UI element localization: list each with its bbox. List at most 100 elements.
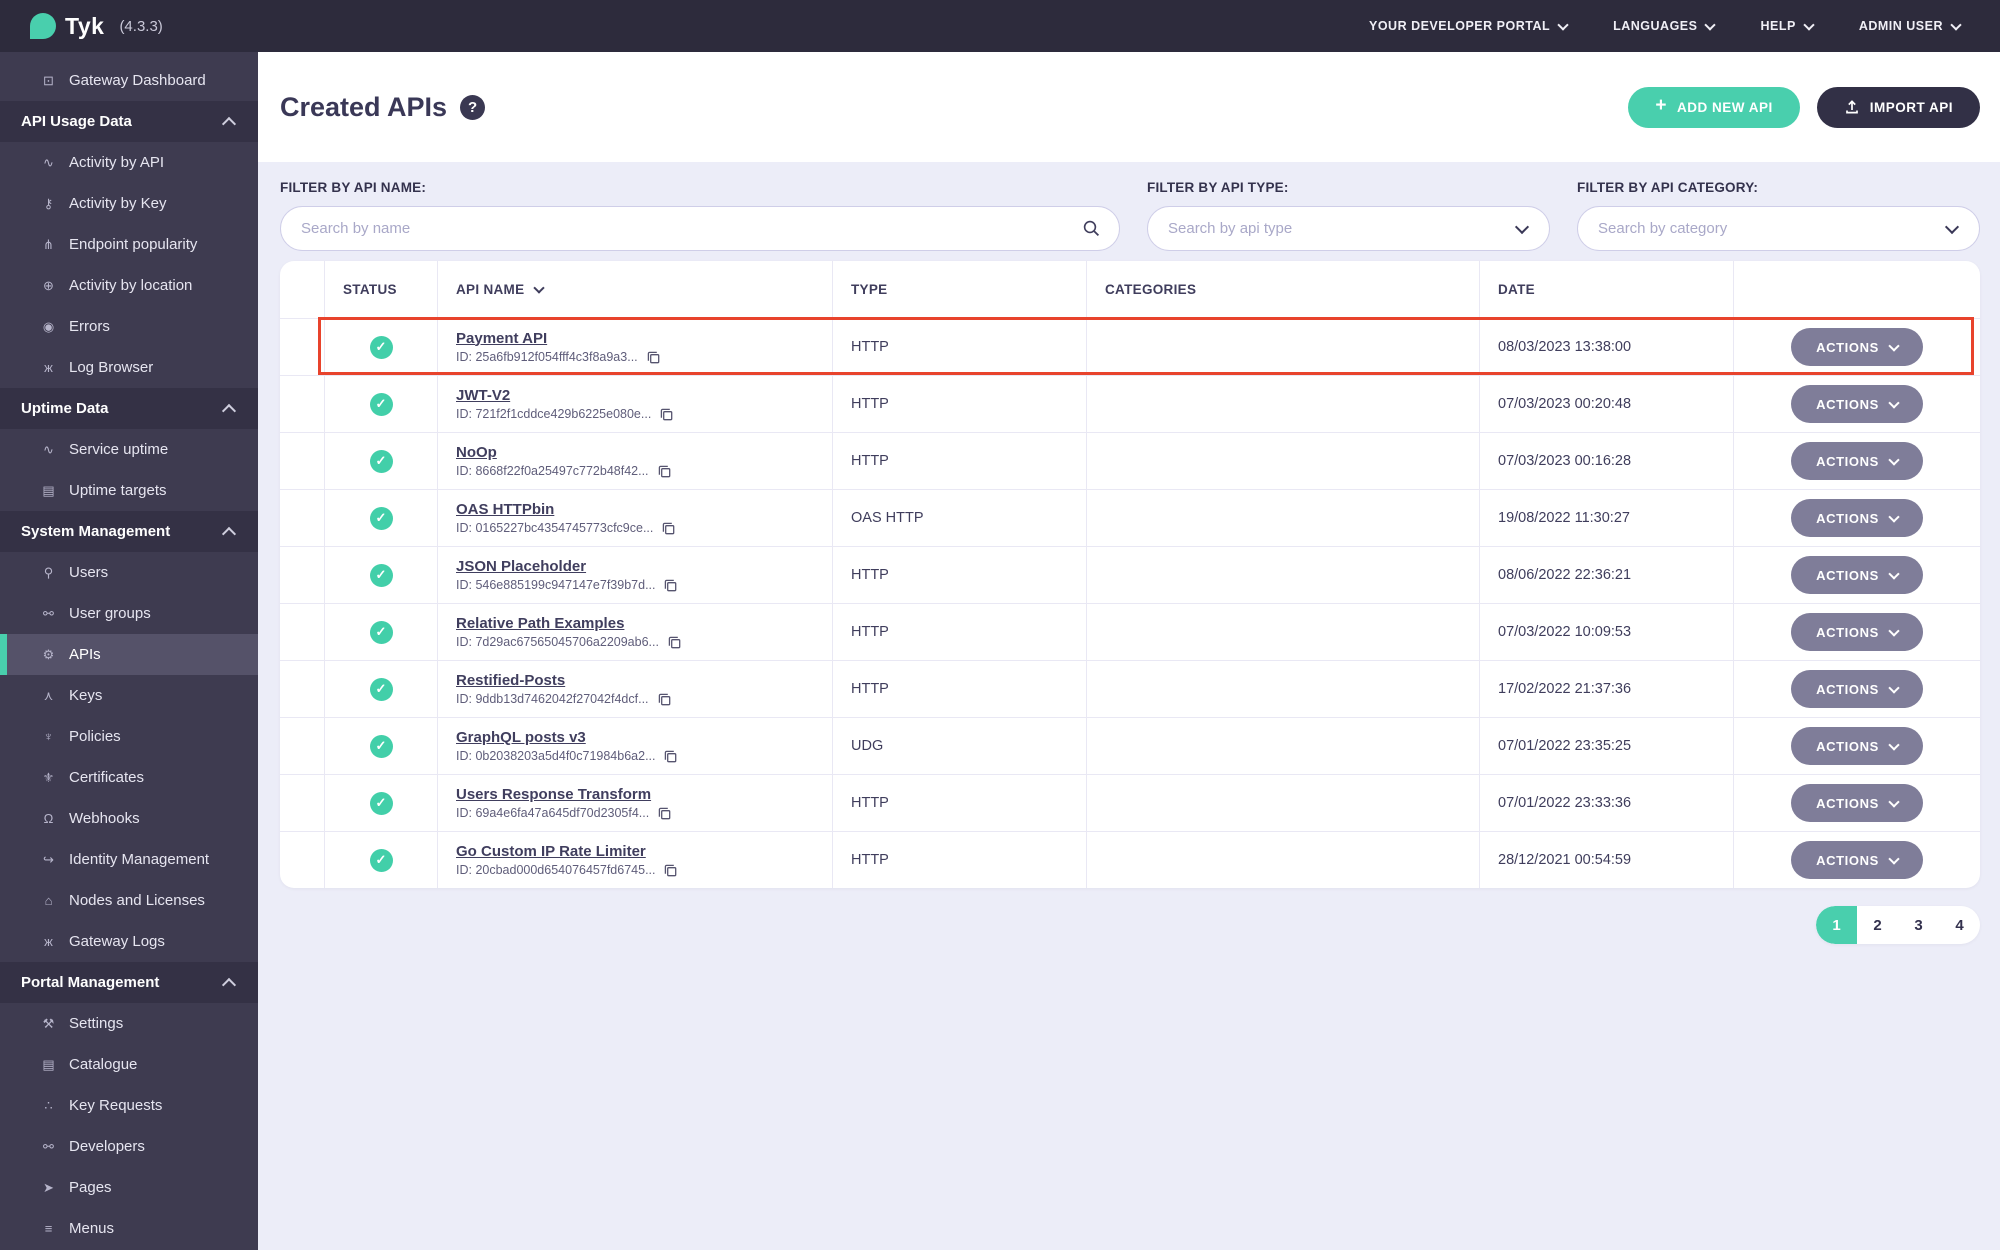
sidebar-item-apis[interactable]: ⚙ APIs bbox=[0, 634, 258, 675]
api-name-link[interactable]: Users Response Transform bbox=[456, 786, 651, 803]
api-name-link[interactable]: OAS HTTPbin bbox=[456, 501, 554, 518]
sidebar-item-users[interactable]: ⚲ Users bbox=[0, 552, 258, 593]
type-filter-select[interactable]: Search by api type bbox=[1147, 206, 1550, 251]
menu-help[interactable]: HELP bbox=[1760, 18, 1815, 33]
sidebar-item-label: Errors bbox=[69, 318, 110, 335]
sidebar-item-label: Gateway Dashboard bbox=[69, 72, 206, 89]
sidebar-item-settings[interactable]: ⚒ Settings bbox=[0, 1003, 258, 1044]
sidebar-item-endpoint-popularity[interactable]: ⋔ Endpoint popularity bbox=[0, 224, 258, 265]
actions-button[interactable]: ACTIONS bbox=[1791, 784, 1923, 822]
page-3[interactable]: 3 bbox=[1898, 906, 1939, 944]
sidebar-item-pages[interactable]: ➤ Pages bbox=[0, 1167, 258, 1208]
menu-your-developer-portal[interactable]: YOUR DEVELOPER PORTAL bbox=[1368, 18, 1569, 33]
sidebar-item-developers[interactable]: ⚯ Developers bbox=[0, 1126, 258, 1167]
sidebar-item-key-requests[interactable]: ∴ Key Requests bbox=[0, 1085, 258, 1126]
api-id: ID: 721f2f1cddce429b6225e080e... bbox=[456, 407, 674, 422]
actions-button[interactable]: ACTIONS bbox=[1791, 670, 1923, 708]
user-icon: ⚲ bbox=[43, 564, 54, 580]
import-api-button[interactable]: IMPORT API bbox=[1816, 86, 1980, 128]
error-icon: ◉ bbox=[42, 318, 55, 334]
page-1[interactable]: 1 bbox=[1816, 906, 1857, 944]
sidebar-item-gateway-logs[interactable]: ж Gateway Logs bbox=[0, 921, 258, 962]
sidebar-item-log-browser[interactable]: ж Log Browser bbox=[0, 347, 258, 388]
actions-button[interactable]: ACTIONS bbox=[1791, 727, 1923, 765]
sidebar-item-activity-by-api[interactable]: ∿ Activity by API bbox=[0, 142, 258, 183]
sidebar-section-portal-management[interactable]: Portal Management bbox=[0, 962, 258, 1003]
chevron-down-icon bbox=[1888, 396, 1900, 409]
sidebar-item-service-uptime[interactable]: ∿ Service uptime bbox=[0, 429, 258, 470]
api-name-link[interactable]: Relative Path Examples bbox=[456, 615, 624, 632]
api-id-text: ID: 7d29ac67565045706a2209ab6... bbox=[456, 635, 659, 649]
actions-button[interactable]: ACTIONS bbox=[1791, 442, 1923, 480]
copy-icon[interactable] bbox=[667, 635, 682, 650]
row-actions-cell: ACTIONS bbox=[1734, 661, 1980, 717]
main-content: Created APIs ? + ADD NEW API IMPORT API bbox=[258, 52, 2000, 1250]
add-new-api-button[interactable]: + ADD NEW API bbox=[1628, 86, 1800, 128]
copy-icon[interactable] bbox=[661, 521, 676, 536]
copy-icon[interactable] bbox=[646, 350, 661, 365]
row-type-cell: HTTP bbox=[833, 376, 1087, 432]
sidebar-item-catalogue[interactable]: ▤ Catalogue bbox=[0, 1044, 258, 1085]
api-name-link[interactable]: GraphQL posts v3 bbox=[456, 729, 586, 746]
sidebar-item-policies[interactable]: ♆ Policies bbox=[0, 716, 258, 757]
sidebar-item-errors[interactable]: ◉ Errors bbox=[0, 306, 258, 347]
sidebar-item-user-groups[interactable]: ⚯ User groups bbox=[0, 593, 258, 634]
sidebar-item-keys[interactable]: ⋏ Keys bbox=[0, 675, 258, 716]
copy-icon[interactable] bbox=[657, 692, 672, 707]
api-name-link[interactable]: NoOp bbox=[456, 444, 497, 461]
row-date-cell: 08/06/2022 22:36:21 bbox=[1480, 547, 1734, 603]
api-name-link[interactable]: JSON Placeholder bbox=[456, 558, 586, 575]
header-categories: CATEGORIES bbox=[1087, 261, 1480, 318]
chevron-down-icon bbox=[1888, 339, 1900, 352]
sidebar-item-menus[interactable]: ≡ Menus bbox=[0, 1208, 258, 1249]
sidebar-item-label: APIs bbox=[69, 646, 101, 663]
sidebar-item-label: Activity by API bbox=[69, 154, 165, 171]
api-name-link[interactable]: JWT-V2 bbox=[456, 387, 510, 404]
copy-icon[interactable] bbox=[657, 464, 672, 479]
sidebar-section-uptime-data[interactable]: Uptime Data bbox=[0, 388, 258, 429]
page-4[interactable]: 4 bbox=[1939, 906, 1980, 944]
actions-button[interactable]: ACTIONS bbox=[1791, 556, 1923, 594]
chevron-down-icon bbox=[1888, 681, 1900, 694]
sidebar-item-identity-management[interactable]: ↪ Identity Management bbox=[0, 839, 258, 880]
copy-icon[interactable] bbox=[663, 749, 678, 764]
actions-button[interactable]: ACTIONS bbox=[1791, 385, 1923, 423]
sidebar-item-webhooks[interactable]: Ω Webhooks bbox=[0, 798, 258, 839]
help-icon[interactable]: ? bbox=[460, 94, 486, 120]
copy-icon[interactable] bbox=[657, 806, 672, 821]
sidebar-item-activity-by-location[interactable]: ⊕ Activity by location bbox=[0, 265, 258, 306]
actions-button[interactable]: ACTIONS bbox=[1791, 841, 1923, 879]
header-api-name[interactable]: API NAME bbox=[438, 261, 833, 318]
sidebar-section-system-management[interactable]: System Management bbox=[0, 511, 258, 552]
sidebar-section-api-usage-data[interactable]: API Usage Data bbox=[0, 101, 258, 142]
sidebar-item-activity-by-key[interactable]: ⚷ Activity by Key bbox=[0, 183, 258, 224]
copy-icon[interactable] bbox=[663, 578, 678, 593]
sidebar-item-certificates[interactable]: ⚜ Certificates bbox=[0, 757, 258, 798]
sidebar-item-label: Gateway Logs bbox=[69, 933, 165, 950]
actions-button[interactable]: ACTIONS bbox=[1791, 328, 1923, 366]
page-2[interactable]: 2 bbox=[1857, 906, 1898, 944]
search-icon[interactable] bbox=[1082, 219, 1101, 238]
menu-admin-user[interactable]: ADMIN USER bbox=[1859, 18, 1962, 33]
api-name-link[interactable]: Restified-Posts bbox=[456, 672, 565, 689]
sidebar-item-gateway-dashboard[interactable]: ⊡ Gateway Dashboard bbox=[0, 60, 258, 101]
actions-label: ACTIONS bbox=[1816, 339, 1879, 355]
row-categories-cell bbox=[1087, 376, 1480, 432]
copy-icon[interactable] bbox=[663, 863, 678, 878]
actions-button[interactable]: ACTIONS bbox=[1791, 499, 1923, 537]
category-filter-select[interactable]: Search by category bbox=[1577, 206, 1980, 251]
chevron-down-icon bbox=[1888, 738, 1900, 751]
menu-icon: ≡ bbox=[44, 1221, 53, 1236]
menu-label: YOUR DEVELOPER PORTAL bbox=[1368, 19, 1551, 33]
row-status-cell: ✓ bbox=[325, 547, 438, 603]
copy-icon[interactable] bbox=[659, 407, 674, 422]
menu-languages[interactable]: LANGUAGES bbox=[1613, 18, 1717, 33]
api-name-link[interactable]: Payment API bbox=[456, 330, 547, 347]
actions-button[interactable]: ACTIONS bbox=[1791, 613, 1923, 651]
sidebar-item-uptime-targets[interactable]: ▤ Uptime targets bbox=[0, 470, 258, 511]
chevron-down-icon bbox=[1950, 18, 1962, 31]
search-by-name-input[interactable] bbox=[281, 220, 1082, 237]
actions-label: ACTIONS bbox=[1816, 681, 1879, 697]
sidebar-item-nodes-and-licenses[interactable]: ⌂ Nodes and Licenses bbox=[0, 880, 258, 921]
api-name-link[interactable]: Go Custom IP Rate Limiter bbox=[456, 843, 646, 860]
